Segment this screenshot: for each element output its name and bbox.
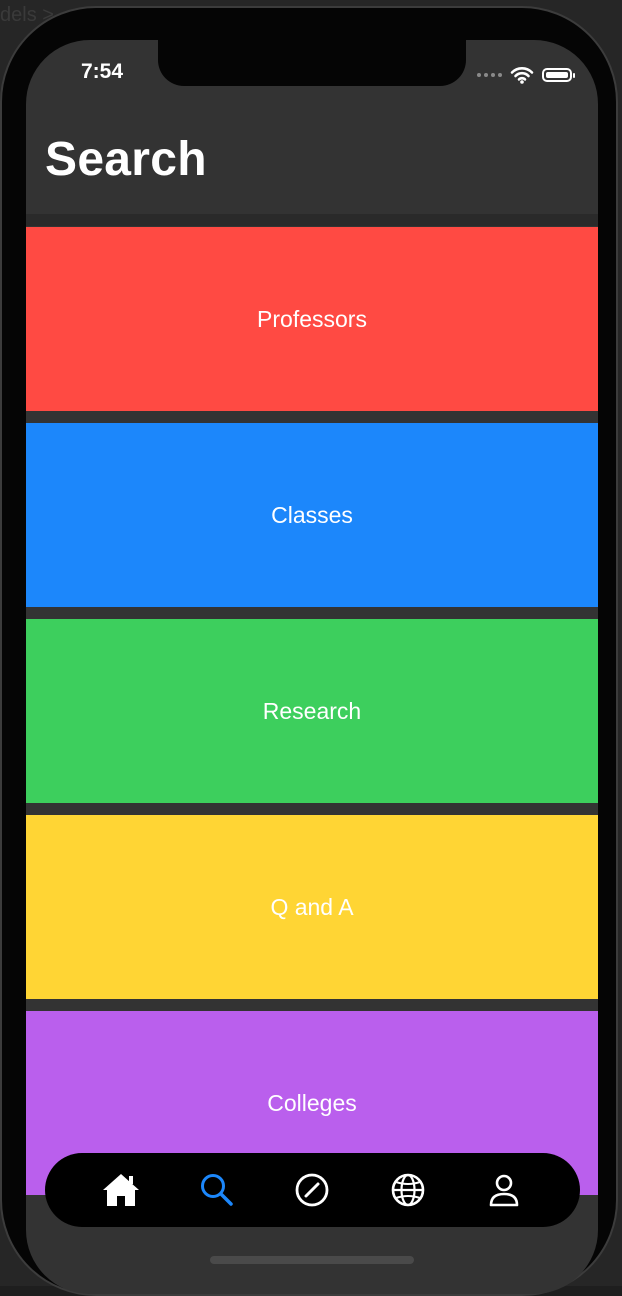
category-research[interactable]: Research: [26, 619, 598, 803]
tab-bar: [45, 1153, 580, 1227]
category-label: Classes: [271, 501, 353, 528]
header-divider: [26, 214, 598, 226]
tab-search[interactable]: [194, 1167, 240, 1213]
wifi-icon: [510, 67, 534, 84]
globe-icon: [391, 1173, 425, 1207]
compass-icon: [296, 1173, 329, 1207]
category-q-and-a[interactable]: Q and A: [26, 815, 598, 999]
status-time: 7:54: [80, 60, 124, 83]
home-indicator: [210, 1256, 414, 1264]
battery-level: [546, 72, 568, 78]
category-list: Professors Classes Research Q and A Coll…: [26, 227, 598, 1207]
status-icons: [477, 66, 575, 84]
phone-frame: 7:54 Search Professors Classes Research …: [0, 6, 618, 1296]
profile-icon: [489, 1174, 519, 1207]
home-icon: [102, 1174, 139, 1206]
battery-icon: [542, 68, 575, 82]
category-classes[interactable]: Classes: [26, 423, 598, 607]
page-title: Search: [45, 133, 207, 186]
tab-home[interactable]: [98, 1167, 144, 1213]
category-professors[interactable]: Professors: [26, 227, 598, 411]
category-label: Q and A: [270, 893, 354, 920]
category-label: Colleges: [267, 1089, 357, 1116]
cellular-signal-icon: [477, 73, 502, 77]
tab-world[interactable]: [385, 1167, 431, 1213]
app-screen: 7:54 Search Professors Classes Research …: [26, 40, 598, 1294]
notch: [158, 40, 466, 86]
tab-profile[interactable]: [481, 1167, 527, 1213]
search-icon: [200, 1174, 233, 1206]
category-label: Research: [262, 697, 362, 724]
tab-explore[interactable]: [289, 1167, 335, 1213]
category-label: Professors: [257, 305, 367, 332]
